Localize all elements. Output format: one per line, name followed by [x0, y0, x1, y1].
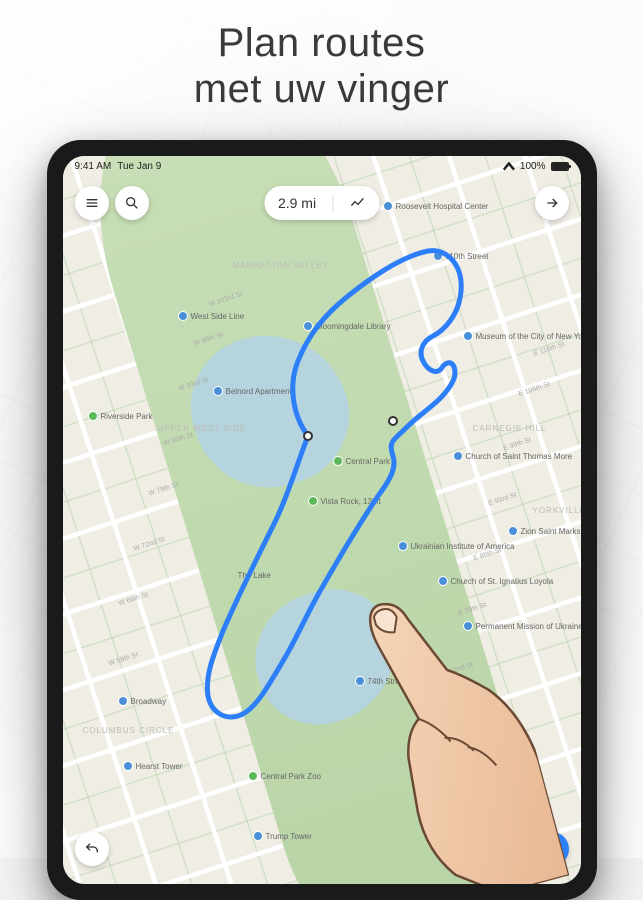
poi-westside[interactable]: West Side Line [178, 311, 245, 321]
tablet-screen[interactable]: 9:41 AM Tue Jan 9 100% Roosevelt Hospita… [63, 156, 581, 884]
status-time: 9:41 AM [75, 161, 112, 172]
pill-divider [332, 194, 333, 212]
search-button[interactable] [115, 186, 149, 220]
district-upper-west: UPPER WEST SIDE [158, 424, 247, 433]
poi-roosevelt[interactable]: Roosevelt Hospital Center [383, 201, 489, 211]
status-bar: 9:41 AM Tue Jan 9 100% [63, 156, 581, 176]
wifi-icon [503, 162, 515, 171]
tablet-frame: 9:41 AM Tue Jan 9 100% Roosevelt Hospita… [47, 140, 597, 900]
district-yorkville: YORKVILLE [533, 506, 581, 515]
poi-110th[interactable]: 110th Street [433, 251, 489, 261]
menu-icon [84, 195, 100, 211]
poi-st-thomas[interactable]: Church of Saint Thomas More [453, 451, 573, 461]
poi-museum-cny[interactable]: Museum of the City of New York [463, 331, 581, 341]
poi-bloomingdale[interactable]: Bloomingdale Library [303, 321, 391, 331]
poi-hearst[interactable]: Hearst Tower [123, 761, 183, 771]
headline: Plan routes met uw vinger [0, 20, 643, 112]
poi-central-park[interactable]: Central Park [333, 456, 390, 466]
poi-vista-rock[interactable]: Vista Rock, 130ft [308, 496, 381, 506]
district-carnegie: CARNEGIE HILL [473, 424, 547, 433]
headline-line-1: Plan routes [218, 21, 426, 65]
arrow-right-icon [544, 195, 560, 211]
poi-zion[interactable]: Zion Saint Marks Church [508, 526, 581, 536]
poi-trump[interactable]: Trump Tower [253, 831, 312, 841]
undo-button[interactable] [75, 832, 109, 866]
poi-the-lake: The Lake [238, 571, 271, 580]
headline-line-2: met uw vinger [194, 67, 449, 111]
status-battery: 100% [520, 161, 546, 172]
status-date: Tue Jan 9 [117, 161, 161, 172]
menu-button[interactable] [75, 186, 109, 220]
distance-pill[interactable]: 2.9 mi [264, 186, 379, 220]
forward-button[interactable] [535, 186, 569, 220]
search-icon [124, 195, 140, 211]
battery-icon [551, 162, 569, 171]
distance-value: 2.9 mi [278, 195, 316, 211]
district-manhattan-valley: MANHATTAN VALLEY [233, 261, 329, 270]
elevation-icon [349, 195, 365, 211]
undo-icon [84, 841, 100, 857]
poi-broadway[interactable]: Broadway [118, 696, 167, 706]
poi-ukrainian[interactable]: Ukrainian Institute of America [398, 541, 515, 551]
poi-riverside[interactable]: Riverside Park [88, 411, 153, 421]
district-columbus: COLUMBUS CIRCLE [83, 726, 175, 735]
poi-belnord[interactable]: Belnord Apartments [213, 386, 296, 396]
poi-zoo[interactable]: Central Park Zoo [248, 771, 321, 781]
